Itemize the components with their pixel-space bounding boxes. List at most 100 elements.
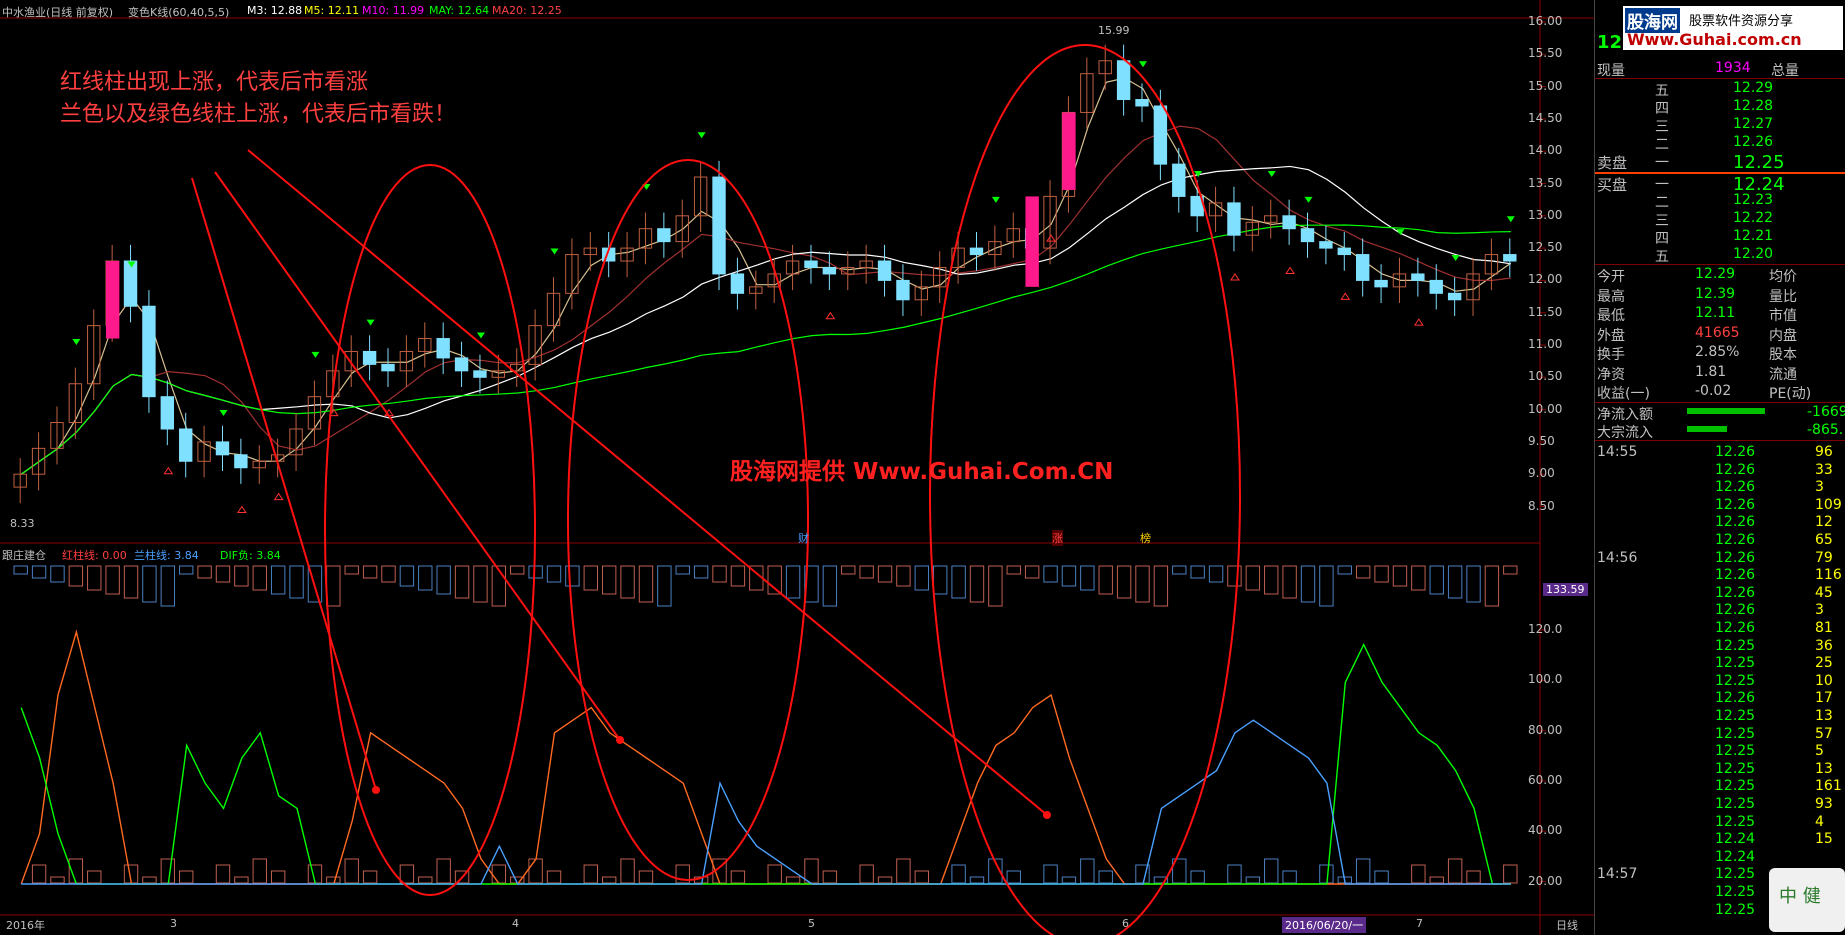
histogram-bar: [1300, 565, 1316, 603]
candle-body: [1447, 292, 1462, 301]
volume-bar: [1355, 858, 1371, 884]
stat-row: 外盘 41665 内盘: [1595, 325, 1845, 344]
formula-name[interactable]: 变色K线(60,40,5,5): [128, 4, 229, 20]
highlight-candle: [105, 261, 120, 339]
tick-row-cell: 161: [1815, 778, 1842, 795]
candle-body: [1429, 279, 1443, 294]
sell-signal-arrow: [1285, 266, 1296, 274]
volume-bar: [546, 870, 562, 884]
candle-body: [473, 370, 487, 378]
histogram-bar: [1484, 565, 1500, 607]
indicator-tick-label: 120.0: [1528, 622, 1563, 636]
histogram-bar: [1061, 565, 1077, 587]
tick-row: 12.25 25: [1595, 655, 1845, 673]
tick-row-cell: 12.24: [1715, 848, 1756, 865]
indicator-line: [20, 642, 1511, 885]
bid-row: 三 12.22: [1595, 210, 1845, 229]
price-tick-label: 12.50: [1528, 240, 1563, 255]
histogram-bar: [785, 565, 801, 599]
price-tick-label: 10.00: [1528, 401, 1563, 416]
buy-signal-arrow: [1304, 196, 1313, 203]
stat-row-cell: 换手: [1597, 347, 1625, 363]
price-tick-label: 9.00: [1528, 466, 1555, 481]
event-marker-cai[interactable]: 财: [798, 530, 809, 546]
volume-bar: [1503, 864, 1518, 884]
volume-bar: [1080, 858, 1095, 884]
volume-bar: [1466, 870, 1481, 884]
sell-signal-arrow: [163, 466, 174, 475]
histogram-bar: [142, 565, 157, 603]
mini-logo: 中 健: [1769, 868, 1845, 932]
tick-row-cell: 12.26: [1715, 690, 1756, 707]
tick-row: 12.26 109: [1595, 497, 1845, 515]
may-value: MAY: 12.64: [429, 4, 490, 17]
volume-bar: [142, 876, 157, 884]
buy-signal-arrow: [311, 351, 320, 358]
ask-row-cell: 12.27: [1733, 116, 1774, 132]
event-marker-zhang[interactable]: 涨: [1052, 530, 1063, 546]
tick-row-cell: 3: [1815, 602, 1824, 619]
tick-row: 12.26 17: [1595, 690, 1845, 708]
tick-row: 12.25 161: [1595, 778, 1845, 796]
low-price-mark: 8.33: [10, 517, 35, 530]
sell-signal-arrow: [825, 311, 836, 320]
bid-row-cell: 一: [1655, 177, 1669, 193]
annotation-line-1: 红线柱出现上涨，代表后市看涨: [60, 70, 369, 95]
volume-bar: [1319, 864, 1334, 884]
tick-row-cell: 25: [1815, 655, 1833, 672]
histogram-bar: [1172, 565, 1187, 575]
indicator-line: [20, 629, 1511, 885]
event-marker-bang[interactable]: 榜: [1140, 530, 1151, 546]
candle-body: [822, 266, 837, 275]
histogram-bar: [105, 565, 120, 595]
histogram-bar: [1503, 565, 1518, 575]
tick-row-cell: 13: [1815, 760, 1833, 777]
histogram-bar: [914, 565, 930, 591]
histogram-bar: [638, 565, 654, 603]
stat-row-cell: 内盘: [1769, 327, 1797, 344]
volume-bar: [620, 858, 635, 884]
histogram-bar: [179, 565, 194, 575]
candle-body: [804, 260, 818, 268]
price-tick-label: 14.50: [1528, 110, 1563, 125]
tick-row-cell: 33: [1815, 461, 1833, 478]
histogram-bar: [657, 565, 672, 607]
bid-row-cell: 五: [1655, 249, 1669, 265]
volume-bar: [1227, 864, 1242, 884]
histogram-bar: [620, 565, 635, 599]
volume-bar: [1429, 876, 1444, 884]
volume-bar: [160, 858, 176, 884]
tick-row-cell: 12.25: [1715, 901, 1756, 918]
ask-row: 四 12.28: [1595, 98, 1845, 117]
histogram-bar: [896, 565, 911, 587]
tick-row-cell: 12: [1815, 514, 1833, 531]
stat-row: 今开 12.29 均价: [1595, 266, 1845, 285]
volume-bar: [1061, 876, 1077, 884]
tick-row-cell: 12.25: [1715, 672, 1756, 689]
tick-row-cell: 93: [1815, 796, 1833, 812]
volume-bar: [87, 870, 102, 884]
histogram-bar: [1374, 565, 1389, 583]
indicator-dif: DIF负: 3.84: [220, 549, 281, 562]
buy-signal-arrow: [550, 248, 559, 255]
stat-row-cell: 净资: [1597, 366, 1625, 383]
indicator-name[interactable]: 跟庄建仓: [2, 547, 46, 563]
bid-row: 一 12.24: [1595, 174, 1845, 195]
volume-bar: [1006, 870, 1021, 884]
indicator-tick-label: 40.00: [1528, 823, 1563, 838]
tick-row-cell: 12.25: [1715, 637, 1756, 654]
candle-body: [1282, 215, 1296, 230]
candle-body: [381, 363, 395, 372]
tick-row-cell: 12.26: [1715, 602, 1756, 619]
period-label[interactable]: 日线: [1556, 917, 1578, 933]
bid-row-cell: 12.20: [1733, 246, 1774, 262]
histogram-bar: [1282, 565, 1297, 599]
histogram-bar: [1429, 565, 1444, 595]
indicator-blue-line: 兰柱线: 3.84: [134, 549, 199, 562]
flow-row-cell: 净流入额: [1597, 407, 1653, 423]
tick-row-cell: 14:56: [1597, 549, 1638, 566]
tick-row: 12.26 116: [1595, 567, 1845, 585]
tick-row: 12.26 33: [1595, 462, 1845, 480]
tick-row-cell: 12.25: [1715, 866, 1756, 883]
candle-body: [730, 273, 745, 294]
